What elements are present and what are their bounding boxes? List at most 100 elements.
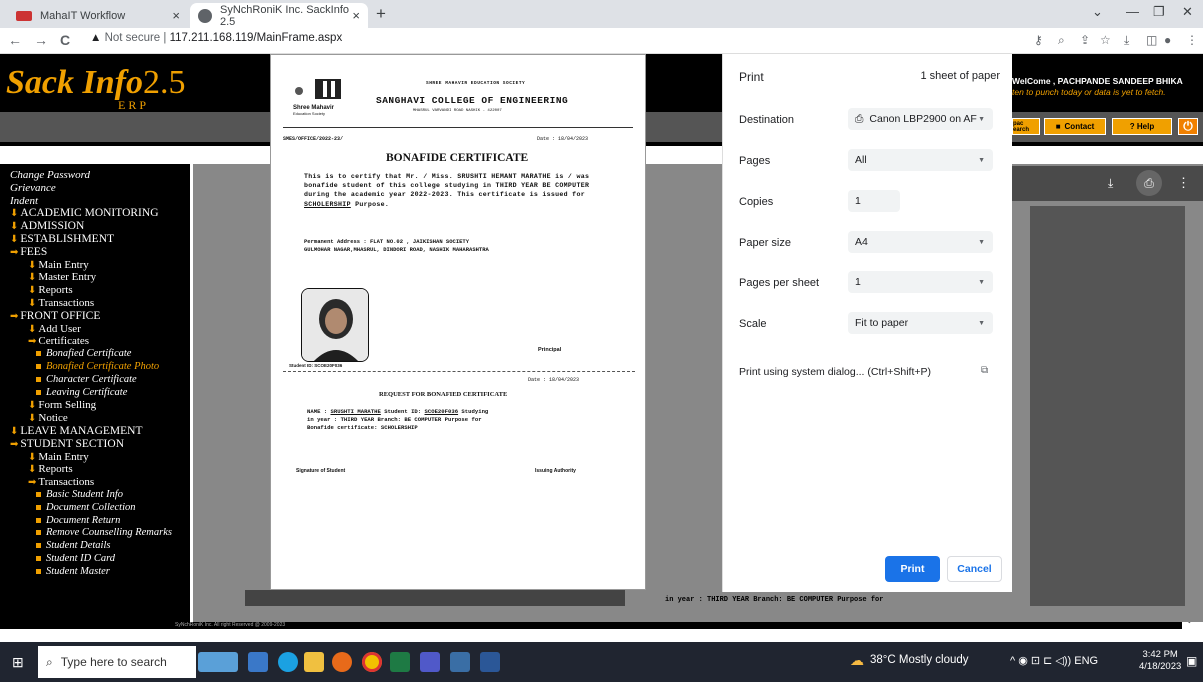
zoom-icon[interactable]: ⌕ (1058, 33, 1065, 48)
windows-start-icon[interactable]: ⊞ (12, 654, 24, 671)
back-button[interactable]: ← (8, 32, 22, 48)
contact-button[interactable]: ■ Contact (1044, 118, 1106, 135)
tab-title: MahaIT Workflow (40, 9, 126, 22)
sidebar-item[interactable]: Basic Student Info (36, 489, 123, 501)
print-dialog-title: Print (739, 70, 764, 84)
sidebar-item[interactable]: Remove Counselling Remarks (36, 527, 172, 539)
key-icon[interactable]: ⚷ (1034, 33, 1043, 47)
print-button[interactable]: Print (885, 556, 940, 582)
sidebar-item[interactable]: ⬇ Reports (28, 463, 73, 476)
share-icon[interactable]: ⇪ (1080, 33, 1090, 47)
sidebar-item[interactable]: Document Return (36, 515, 120, 527)
system-dialog-link[interactable]: Print using system dialog... (Ctrl+Shift… (739, 366, 931, 378)
menu-kebab-icon[interactable]: ⋮ (1186, 33, 1198, 47)
sidebar-item[interactable]: ⬇ ADMISSION (10, 220, 84, 233)
pdf-print-icon[interactable]: ⎙ (1136, 170, 1162, 196)
system-tray[interactable]: ^ ◉ ⊡ ⊏ ◁)) ENG (1010, 654, 1098, 667)
punch-warning-text: ten to punch today or data is yet to fet… (1012, 87, 1166, 97)
print-option-value: Fit to paper (855, 317, 909, 329)
certificate-body: This is to certify that Mr. / Miss. SRUS… (304, 173, 590, 208)
opac-search-button[interactable]: pac earch (1012, 118, 1040, 135)
print-option-select[interactable]: All ▼ (848, 149, 993, 171)
sidebar-item[interactable]: Leaving Certificate (36, 387, 127, 399)
sidebar-item[interactable]: ⬇ Form Selling (28, 399, 96, 412)
sidebar-item[interactable]: ⬇ LEAVE MANAGEMENT (10, 425, 143, 438)
taskbar-clock[interactable]: 3:42 PM 4/18/2023 (1139, 649, 1181, 673)
sidepanel-icon[interactable]: ◫ (1146, 33, 1157, 47)
reload-button[interactable]: C (60, 32, 70, 48)
weather-icon: ☁ (850, 652, 864, 668)
warning-icon: ▲ (90, 32, 102, 44)
power-icon[interactable]: ⏻ (1178, 118, 1198, 135)
request-heading: REQUEST FOR BONAFIED CERTIFICATE (379, 391, 508, 398)
sidebar-item[interactable]: Character Certificate (36, 374, 137, 386)
sidebar-item[interactable]: Student Details (36, 540, 110, 552)
sidebar-item[interactable]: ⬇ Add User (28, 323, 81, 336)
tab-search-icon[interactable]: ⌄ (1092, 4, 1103, 20)
taskbar-search-input[interactable]: ⌕ Type here to search (38, 646, 196, 678)
sidebar-item[interactable]: Bonafied Certificate Photo (36, 361, 159, 373)
arrow-down-icon: ⬇ (28, 259, 37, 271)
download-icon[interactable]: ⤓ (1124, 33, 1129, 48)
sidebar-item[interactable]: ⬇ Reports (28, 284, 73, 297)
sidebar-item[interactable]: ⬇ ACADEMIC MONITORING (10, 207, 159, 220)
pdf-download-icon[interactable]: ⤓ (1108, 176, 1113, 191)
sidebar-item-label: Main Entry (38, 258, 89, 271)
help-button[interactable]: ? Help (1112, 118, 1172, 135)
weather-text[interactable]: 38°C Mostly cloudy (870, 654, 969, 666)
sidebar-item[interactable]: ⬇ Main Entry (28, 259, 89, 272)
sidebar-item[interactable]: ➡ Transactions (28, 476, 94, 489)
purpose-text: SCHOLERSHIP (304, 200, 351, 208)
close-window-button[interactable]: ✕ (1182, 4, 1193, 20)
sidebar-item[interactable]: ⬇ Notice (28, 412, 68, 425)
pdf-more-icon[interactable]: ⋮ (1177, 175, 1190, 191)
open-external-icon[interactable]: ⧉ (981, 365, 988, 376)
url-field[interactable]: ▲ Not secure | 117.211.168.119/MainFrame… (90, 32, 342, 44)
sidebar-item[interactable]: ➡ FEES (10, 246, 47, 259)
file-explorer-icon[interactable] (304, 652, 324, 672)
chrome-icon[interactable] (362, 652, 382, 672)
cancel-button[interactable]: Cancel (947, 556, 1002, 582)
pdf-page-background (1030, 206, 1185, 606)
print-option-select[interactable]: A4 ▼ (848, 231, 993, 253)
calculator-icon[interactable] (450, 652, 470, 672)
print-option-select[interactable]: 1 ▼ (848, 271, 993, 293)
sidebar-item[interactable]: Bonafied Certificate (36, 348, 131, 360)
sidebar-item[interactable]: ⬇ ESTABLISHMENT (10, 233, 114, 246)
sidebar-item[interactable]: ➡ FRONT OFFICE (10, 310, 100, 323)
sidebar-item[interactable]: Grievance (10, 182, 56, 194)
widgets-icon[interactable] (198, 652, 238, 672)
tab-mahait-workflow[interactable]: MahaIT Workflow × (8, 3, 188, 28)
print-option-select[interactable]: Fit to paper ▼ (848, 312, 993, 334)
bookmark-star-icon[interactable]: ☆ (1100, 33, 1111, 47)
profile-icon[interactable]: ● (1164, 33, 1171, 47)
minimize-button[interactable]: — (1126, 4, 1139, 19)
forward-button[interactable]: → (34, 32, 48, 48)
sidebar-item[interactable]: ➡ Certificates (28, 335, 89, 348)
word-icon[interactable] (480, 652, 500, 672)
print-option-select[interactable]: ⎙ Canon LBP2900 on AF ▼ (848, 108, 993, 130)
tab-close-icon[interactable]: × (352, 8, 360, 23)
sidebar-item[interactable]: Student ID Card (36, 553, 115, 565)
sidebar-item[interactable]: ⬇ Main Entry (28, 451, 89, 464)
arrow-down-icon: ⬇ (28, 464, 37, 476)
tab-close-icon[interactable]: × (172, 8, 180, 23)
sidebar-item[interactable]: ⬇ Transactions (28, 297, 94, 310)
print-option-input[interactable]: 1 (848, 190, 900, 212)
sidebar-item[interactable]: ➡ STUDENT SECTION (10, 438, 124, 451)
sidebar-item-label: Add User (38, 322, 81, 335)
excel-icon[interactable] (390, 652, 410, 672)
notification-icon[interactable]: ▣ (1186, 654, 1197, 668)
sidebar-item[interactable]: Student Master (36, 566, 110, 578)
firefox-icon[interactable] (332, 652, 352, 672)
sidebar-item[interactable]: Document Collection (36, 502, 136, 514)
edge-icon[interactable] (278, 652, 298, 672)
sidebar-item[interactable]: Indent (10, 195, 38, 207)
sidebar-item[interactable]: ⬇ Master Entry (28, 271, 96, 284)
tab-sackinfo[interactable]: SyNchRoniK Inc. SackInfo 2.5 × (190, 3, 368, 28)
task-view-icon[interactable] (248, 652, 268, 672)
restore-button[interactable]: ❐ (1153, 4, 1165, 20)
new-tab-button[interactable]: + (376, 4, 386, 24)
sidebar-item[interactable]: Change Password (10, 169, 90, 181)
teams-icon[interactable] (420, 652, 440, 672)
